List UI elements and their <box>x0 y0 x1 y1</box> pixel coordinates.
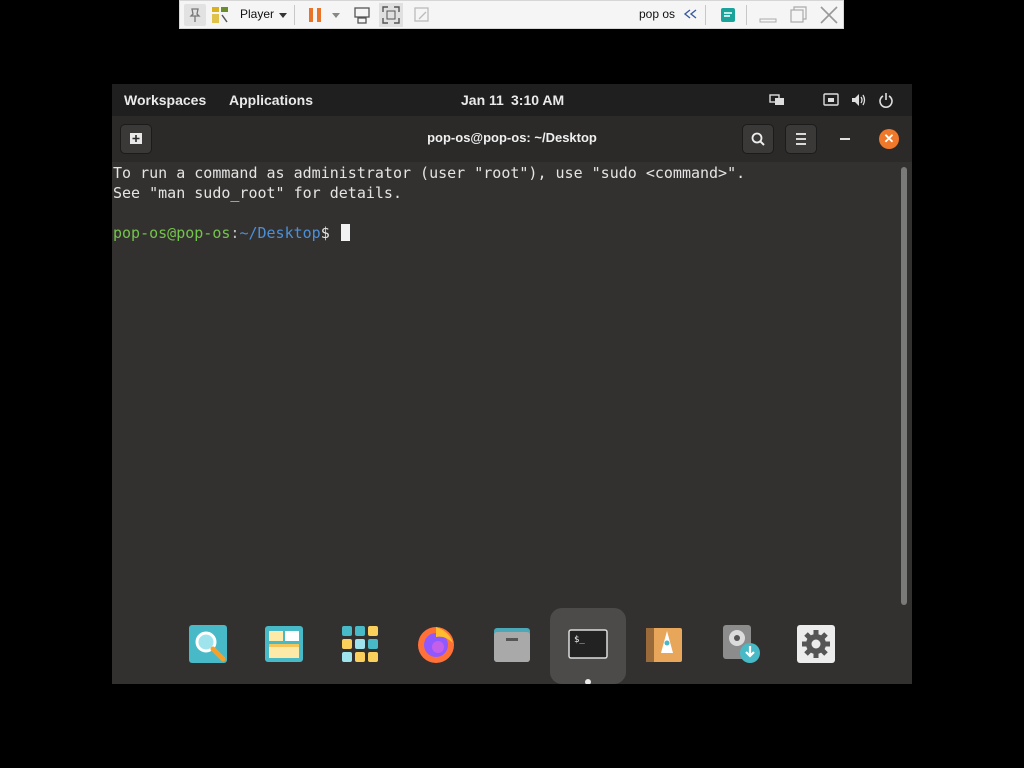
power-icon[interactable] <box>878 92 894 108</box>
installer-icon[interactable] <box>702 608 778 684</box>
fullscreen-icon[interactable] <box>379 3 403 27</box>
terminal-prompt-line: pop-os@pop-os:~/Desktop$ <box>113 223 350 243</box>
workspaces-app-icon[interactable] <box>246 608 322 684</box>
new-tab-button[interactable] <box>120 124 152 154</box>
pause-icon[interactable] <box>307 5 323 25</box>
restore-icon[interactable] <box>788 5 808 25</box>
vmware-player-toolbar: Player pop os <box>179 0 844 29</box>
files-icon[interactable] <box>474 608 550 684</box>
clock-time[interactable]: 3:10 AM <box>511 92 564 108</box>
player-menu-caret-icon[interactable] <box>279 13 287 18</box>
notes-icon[interactable] <box>718 5 738 25</box>
pin-icon[interactable] <box>184 4 206 26</box>
unity-icon[interactable] <box>411 4 433 26</box>
terminal-scrollbar[interactable] <box>901 167 907 605</box>
minimize-button[interactable] <box>840 138 850 140</box>
library-icon[interactable] <box>209 4 231 26</box>
pop-shop-icon[interactable] <box>626 608 702 684</box>
network-wired-icon[interactable] <box>823 92 839 108</box>
applications-button[interactable]: Applications <box>229 92 313 108</box>
terminal-line: See "man sudo_root" for details. <box>113 184 402 202</box>
text-cursor <box>340 224 350 241</box>
close-button[interactable]: ✕ <box>879 129 899 149</box>
prompt-path: ~/Desktop <box>239 224 321 242</box>
prompt-user: pop-os@pop-os <box>113 224 231 242</box>
guest-screen: Workspaces Applications Jan 11 3:10 AM p… <box>112 84 912 684</box>
minimize-icon[interactable] <box>758 6 778 24</box>
workspaces-button[interactable]: Workspaces <box>124 92 206 108</box>
pause-menu-caret-icon[interactable] <box>332 13 340 18</box>
applications-grid-icon[interactable] <box>322 608 398 684</box>
terminal-line: To run a command as administrator (user … <box>113 164 746 182</box>
clock-date[interactable]: Jan 11 <box>461 92 504 108</box>
player-menu-label[interactable]: Player <box>240 7 274 21</box>
dock: $_ <box>112 606 912 684</box>
top-panel: Workspaces Applications Jan 11 3:10 AM <box>112 84 912 116</box>
toolbar-divider <box>705 5 706 25</box>
terminal-app-icon[interactable]: $_ <box>550 608 626 684</box>
display-icon[interactable] <box>769 92 785 108</box>
active-app-indicator <box>585 679 591 684</box>
firefox-icon[interactable] <box>398 608 474 684</box>
close-icon[interactable] <box>818 4 840 26</box>
chevrons-left-icon[interactable] <box>682 6 698 22</box>
settings-icon[interactable] <box>778 608 854 684</box>
search-app-icon[interactable] <box>170 608 246 684</box>
menu-button[interactable] <box>785 124 817 154</box>
vm-name-label: pop os <box>639 7 676 21</box>
search-button[interactable] <box>742 124 774 154</box>
toolbar-divider <box>294 5 295 25</box>
terminal-icon-label: $_ <box>574 635 585 645</box>
toolbar-divider <box>746 5 747 25</box>
prompt-symbol: $ <box>320 224 339 242</box>
send-ctrl-alt-del-icon[interactable] <box>351 4 373 26</box>
volume-icon[interactable] <box>850 92 866 108</box>
terminal-headerbar: pop-os@pop-os: ~/Desktop ✕ <box>112 116 912 162</box>
